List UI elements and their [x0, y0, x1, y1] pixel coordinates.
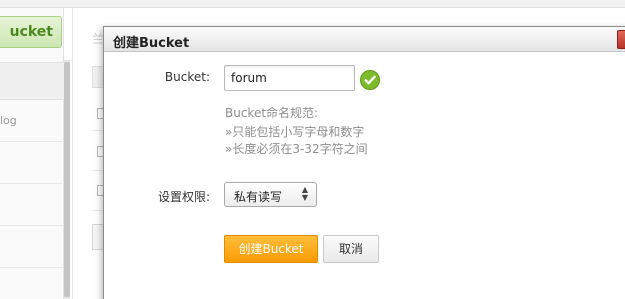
- close-icon[interactable]: [617, 30, 625, 49]
- background-scrollbar-thumb[interactable]: [64, 62, 70, 297]
- background-top-bar: [0, 0, 625, 8]
- background-list-header: [0, 62, 64, 100]
- naming-hint-rule: »长度必须在3-32字符之间: [225, 142, 368, 156]
- background-list-row-label: log: [0, 114, 17, 127]
- create-bucket-dialog: 创建Bucket Bucket: Bucket命名规范: »只能包括小写字母和数…: [103, 26, 625, 299]
- bucket-name-input[interactable]: [224, 65, 355, 91]
- background-list-row[interactable]: [0, 184, 64, 226]
- up-down-arrows-icon: ▲ ▼: [301, 185, 309, 202]
- background-list-row[interactable]: log: [0, 100, 64, 142]
- cancel-button[interactable]: 取消: [323, 235, 379, 263]
- permission-label: 设置权限:: [157, 190, 210, 204]
- bucket-name-label: Bucket:: [164, 70, 210, 84]
- create-bucket-button[interactable]: 创建Bucket: [224, 235, 318, 263]
- permission-select-value: 私有读写: [234, 190, 283, 204]
- naming-hint-title: Bucket命名规范:: [225, 106, 319, 120]
- dialog-titlebar[interactable]: 创建Bucket: [104, 27, 625, 52]
- dialog-title: 创建Bucket: [113, 36, 190, 51]
- background-create-bucket-button[interactable]: ucket: [0, 16, 62, 48]
- check-circle-icon: [360, 70, 380, 90]
- background-list-row[interactable]: [0, 142, 64, 184]
- background-list-row[interactable]: [0, 226, 64, 268]
- permission-select[interactable]: 私有读写 ▲ ▼: [224, 182, 317, 207]
- naming-hint-rule: »只能包括小写字母和数字: [225, 125, 365, 139]
